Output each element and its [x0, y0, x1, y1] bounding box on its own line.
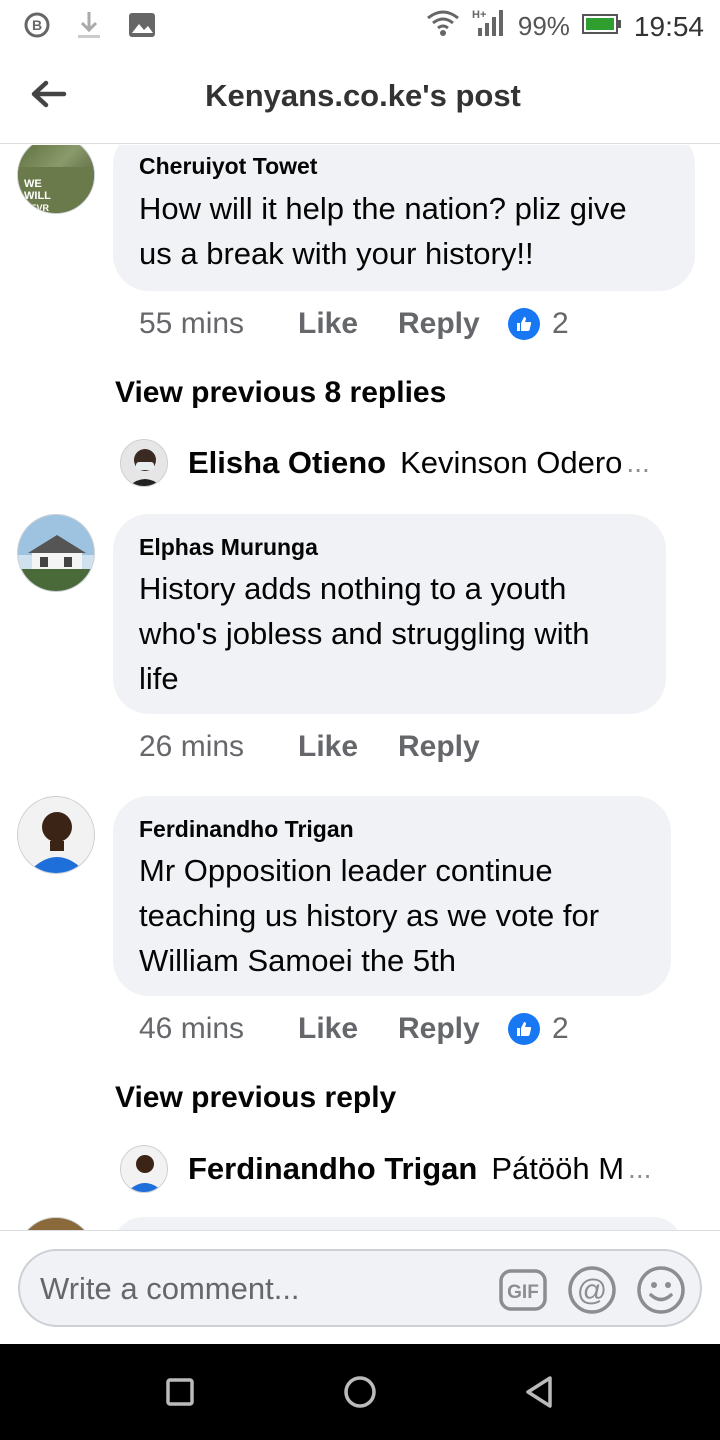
- reaction-count: 2: [552, 1012, 569, 1045]
- reply-button[interactable]: Reply: [398, 1012, 508, 1046]
- like-button[interactable]: Like: [298, 730, 398, 764]
- reaction-summary[interactable]: 2: [508, 1012, 569, 1046]
- battery-percent: 99%: [517, 11, 570, 41]
- home-circle-icon[interactable]: [340, 1372, 380, 1412]
- at-mention-icon[interactable]: @: [567, 1265, 617, 1315]
- system-nav-bar: [0, 1344, 720, 1440]
- gif-label: GIF: [507, 1282, 539, 1303]
- comment-author[interactable]: Cheruiyot Towet: [139, 153, 669, 180]
- reply-text: Pátööh M: [491, 1151, 625, 1186]
- reply-author: Elisha Otieno: [188, 445, 387, 480]
- like-button[interactable]: Like: [298, 307, 398, 341]
- app-header: Kenyans.co.ke's post: [0, 48, 720, 144]
- reply-preview[interactable]: Ferdinandho Trigan Pátööh M ...: [120, 1145, 680, 1193]
- comments-list[interactable]: WE WILL NEVR Cheruiyot Towet How will it h…: [0, 145, 720, 1230]
- back-triangle-icon[interactable]: [520, 1372, 560, 1412]
- comment-time: 55 mins: [139, 307, 245, 340]
- image-icon: [128, 12, 156, 43]
- signal-icon: H+: [472, 8, 506, 45]
- reaction-count: 2: [552, 307, 569, 340]
- reply-ellipsis: ...: [628, 1153, 652, 1184]
- comment-meta: 26 mins Like Reply: [139, 730, 508, 764]
- comment-text-line: William Samoei the 5th: [139, 943, 457, 978]
- recents-square-icon[interactable]: [160, 1372, 200, 1412]
- thumbs-up-icon: [508, 308, 540, 340]
- comment-input[interactable]: [40, 1269, 480, 1309]
- status-right: H+ 99% 19:54: [426, 8, 704, 45]
- comment-text-line: How will it help the nation? pliz give: [139, 191, 627, 226]
- comment-author[interactable]: Ferdinandho Trigan: [139, 816, 645, 843]
- svg-text:@: @: [577, 1274, 607, 1307]
- comment-bubble[interactable]: Cheruiyot Towet How will it help the nat…: [113, 145, 695, 291]
- composer-box[interactable]: GIF @: [18, 1249, 702, 1327]
- network-type: H+: [472, 9, 486, 21]
- like-button[interactable]: Like: [298, 1012, 398, 1046]
- svg-text:WE: WE: [24, 178, 42, 190]
- comment-time: 26 mins: [139, 730, 245, 763]
- clock: 19:54: [633, 10, 704, 42]
- comment-text-line: History adds nothing to a youth: [139, 571, 567, 606]
- wifi-icon: [426, 9, 460, 44]
- comment-text: History adds nothing to a youth who's jo…: [139, 566, 640, 701]
- download-icon: [76, 10, 102, 45]
- avatar[interactable]: [17, 514, 95, 592]
- status-left-icons: B: [24, 10, 156, 45]
- comment-bubble[interactable]: [113, 1217, 683, 1230]
- reply-avatar: [120, 1145, 168, 1193]
- comment-composer: GIF @: [0, 1230, 720, 1344]
- comment-text: Mr Opposition leader continue teaching u…: [139, 848, 645, 983]
- comment-author[interactable]: Elphas Murunga: [139, 534, 640, 561]
- comment-text: How will it help the nation? pliz give u…: [139, 186, 669, 276]
- emoji-icon[interactable]: [636, 1265, 686, 1315]
- comment-text-line: Mr Opposition leader continue: [139, 853, 553, 888]
- comment-text-line: us a break with your history!!: [139, 236, 534, 271]
- comment-text-line: life: [139, 661, 179, 696]
- reply-author: Ferdinandho Trigan: [188, 1151, 478, 1186]
- avatar[interactable]: WE WILL NEVR: [17, 145, 95, 214]
- view-previous-replies[interactable]: View previous 8 replies: [115, 376, 446, 410]
- comment-bubble[interactable]: Ferdinandho Trigan Mr Opposition leader …: [113, 796, 671, 996]
- comment-meta: 55 mins Like Reply 2: [139, 307, 569, 341]
- comment-text-line: teaching us history as we vote for: [139, 898, 600, 933]
- reply-ellipsis: ...: [626, 447, 650, 478]
- status-bar: B H+ 99% 19:54: [0, 0, 720, 48]
- reaction-summary[interactable]: 2: [508, 307, 569, 341]
- comment-meta: 46 mins Like Reply 2: [139, 1012, 569, 1046]
- comment-bubble[interactable]: Elphas Murunga History adds nothing to a…: [113, 514, 666, 714]
- battery-icon: [581, 11, 622, 42]
- svg-text:NEVR: NEVR: [24, 203, 50, 213]
- svg-text:WILL: WILL: [24, 190, 51, 202]
- gif-icon[interactable]: GIF: [498, 1265, 548, 1315]
- svg-text:B: B: [32, 17, 42, 33]
- b-icon: B: [24, 12, 50, 43]
- comment-text-line: who's jobless and struggling with: [139, 616, 590, 651]
- thumbs-up-icon: [508, 1013, 540, 1045]
- comment-time: 46 mins: [139, 1012, 245, 1045]
- view-previous-replies[interactable]: View previous reply: [115, 1081, 396, 1115]
- reply-preview[interactable]: Elisha Otieno Kevinson Odero ...: [120, 439, 680, 487]
- avatar[interactable]: [17, 796, 95, 874]
- page-title: Kenyans.co.ke's post: [205, 78, 521, 113]
- reply-text: Kevinson Odero: [400, 445, 623, 480]
- reply-button[interactable]: Reply: [398, 730, 508, 764]
- avatar[interactable]: [17, 1217, 95, 1230]
- reply-button[interactable]: Reply: [398, 307, 508, 341]
- reply-avatar: [120, 439, 168, 487]
